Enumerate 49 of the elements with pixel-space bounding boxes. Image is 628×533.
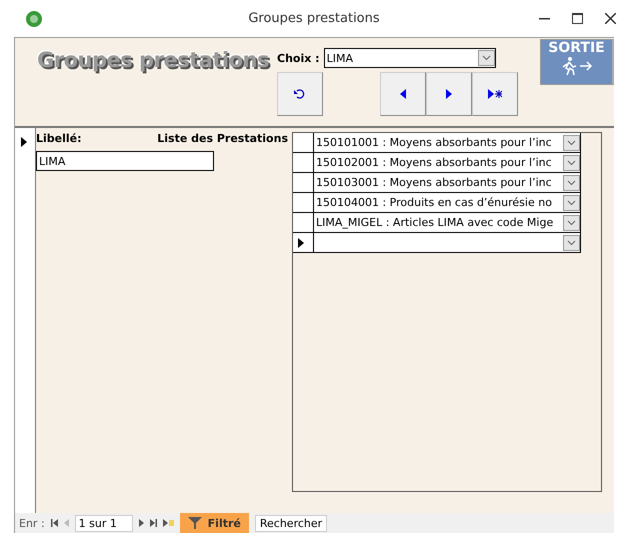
label-caption: Libellé: <box>36 132 82 145</box>
row-selector[interactable] <box>293 193 314 213</box>
last-record-icon[interactable] <box>150 519 157 527</box>
left-triangle-icon <box>400 89 406 99</box>
row-selector[interactable] <box>293 133 314 153</box>
previous-record-button[interactable] <box>380 72 426 116</box>
row-selector[interactable] <box>293 173 314 193</box>
record-position-field[interactable]: 1 sur 1 <box>74 514 133 532</box>
label-field[interactable]: LIMA <box>36 151 214 171</box>
form-title: Groupes prestations <box>37 48 270 74</box>
maximize-icon[interactable] <box>572 13 583 24</box>
prestation-combo[interactable]: 150101001 : Moyens absorbants pour l’inc <box>314 133 581 153</box>
close-icon[interactable] <box>605 13 616 24</box>
app-logo-icon <box>26 10 42 26</box>
first-record-icon[interactable] <box>50 519 58 527</box>
filter-button[interactable]: Filtré <box>180 513 249 533</box>
right-triangle-icon <box>446 89 452 99</box>
chevron-down-icon <box>482 55 491 61</box>
prestation-combo[interactable]: 150104001 : Produits en cas d’énurésie no <box>314 193 581 213</box>
new-prestation-combo[interactable] <box>314 233 581 253</box>
chevron-down-icon <box>567 160 576 166</box>
next-record-icon[interactable] <box>138 519 144 527</box>
record-pointer-icon <box>21 137 27 147</box>
minimize-icon[interactable] <box>539 18 550 20</box>
row-selector[interactable] <box>293 233 314 253</box>
new-record-icon <box>488 89 502 99</box>
choice-label: Choix : <box>277 52 320 64</box>
window-title: Groupes prestations <box>248 11 380 26</box>
search-field[interactable]: Rechercher <box>254 514 328 532</box>
chevron-down-icon <box>567 180 576 186</box>
new-record-button[interactable] <box>472 72 518 116</box>
choice-combo[interactable]: LIMA <box>324 48 496 68</box>
undo-button[interactable] <box>277 72 324 116</box>
filter-icon <box>188 517 202 529</box>
prestation-combo[interactable]: 150102001 : Moyens absorbants pour l’inc <box>314 153 581 173</box>
chevron-down-icon <box>567 220 576 226</box>
row-selector[interactable] <box>293 213 314 233</box>
chevron-down-icon <box>567 140 576 146</box>
prestation-combo[interactable]: 150103001 : Moyens absorbants pour l’inc <box>314 173 581 193</box>
undo-icon <box>294 89 306 99</box>
record-pointer-icon <box>298 238 304 248</box>
new-record-icon[interactable] <box>162 519 174 527</box>
running-exit-icon <box>560 56 594 76</box>
chevron-down-icon <box>567 240 576 246</box>
record-label: Enr : <box>19 516 45 530</box>
list-caption: Liste des Prestations <box>157 132 288 145</box>
chevron-down-icon <box>567 200 576 206</box>
prestation-combo[interactable]: LIMA_MIGEL : Articles LIMA avec code Mige <box>314 213 581 233</box>
row-selector[interactable] <box>293 153 314 173</box>
